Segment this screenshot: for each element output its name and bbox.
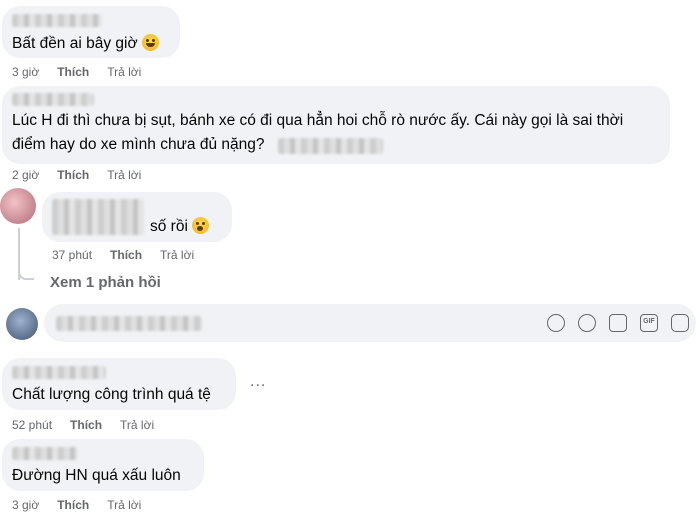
reply-button[interactable]: Trả lời <box>107 498 141 512</box>
author-name-redacted[interactable] <box>52 199 144 235</box>
like-button[interactable]: Thích <box>57 498 89 512</box>
comment-time[interactable]: 3 giờ <box>12 65 39 79</box>
gif-icon[interactable]: GIF <box>640 314 658 332</box>
thread-connector <box>18 264 34 280</box>
comment-time[interactable]: 3 giờ <box>12 498 39 512</box>
input-placeholder-redacted <box>56 316 202 331</box>
reply-button[interactable]: Trả lời <box>160 248 194 262</box>
comment-text: Chất lượng công trình quá tệ <box>12 386 211 403</box>
like-button[interactable]: Thích <box>57 168 89 182</box>
comment-actions: 3 giờ Thích Trả lời <box>12 498 141 512</box>
comment-time[interactable]: 2 giờ <box>12 168 39 182</box>
comment-text: số rồi <box>150 217 209 236</box>
comment-actions: 52 phút Thích Trả lời <box>12 418 154 432</box>
comment-actions: 2 giờ Thích Trả lời <box>12 168 141 182</box>
mention-redacted[interactable] <box>278 138 383 154</box>
commenter-avatar[interactable] <box>0 188 36 224</box>
comment-time[interactable]: 37 phút <box>52 248 92 262</box>
camera-icon[interactable] <box>609 314 627 332</box>
like-button[interactable]: Thích <box>70 418 102 432</box>
avatar-sticker-icon[interactable] <box>547 314 565 332</box>
sticker-icon[interactable] <box>671 314 689 332</box>
more-options-button[interactable]: ... <box>250 373 266 391</box>
user-avatar-icon[interactable] <box>6 308 38 340</box>
like-button[interactable]: Thích <box>57 65 89 79</box>
comment-time[interactable]: 52 phút <box>12 418 52 432</box>
view-replies-link[interactable]: Xem 1 phản hồi <box>50 274 161 291</box>
comment-text: Bất đền ai bây giờ <box>12 34 159 53</box>
surprised-emoji-icon <box>191 217 209 234</box>
laughing-emoji-icon <box>141 34 159 51</box>
author-name-redacted[interactable] <box>12 93 94 106</box>
comment-actions: 37 phút Thích Trả lời <box>52 248 194 262</box>
reply-button[interactable]: Trả lời <box>120 418 154 432</box>
reply-button[interactable]: Trả lời <box>107 65 141 79</box>
comment-text-line-2: điểm hay do xe mình chưa đủ nặng? <box>12 136 265 153</box>
reply-button[interactable]: Trả lời <box>107 168 141 182</box>
author-name-redacted[interactable] <box>12 366 106 379</box>
comment-text: Đường HN quá xấu luôn <box>12 467 181 484</box>
like-button[interactable]: Thích <box>110 248 142 262</box>
author-name-redacted[interactable] <box>12 447 78 460</box>
author-name-redacted[interactable] <box>12 14 102 27</box>
emoji-icon[interactable] <box>578 314 596 332</box>
comment-text-line-1: Lúc H đi thì chưa bị sụt, bánh xe có đi … <box>12 112 624 129</box>
comment-actions: 3 giờ Thích Trả lời <box>12 65 141 79</box>
